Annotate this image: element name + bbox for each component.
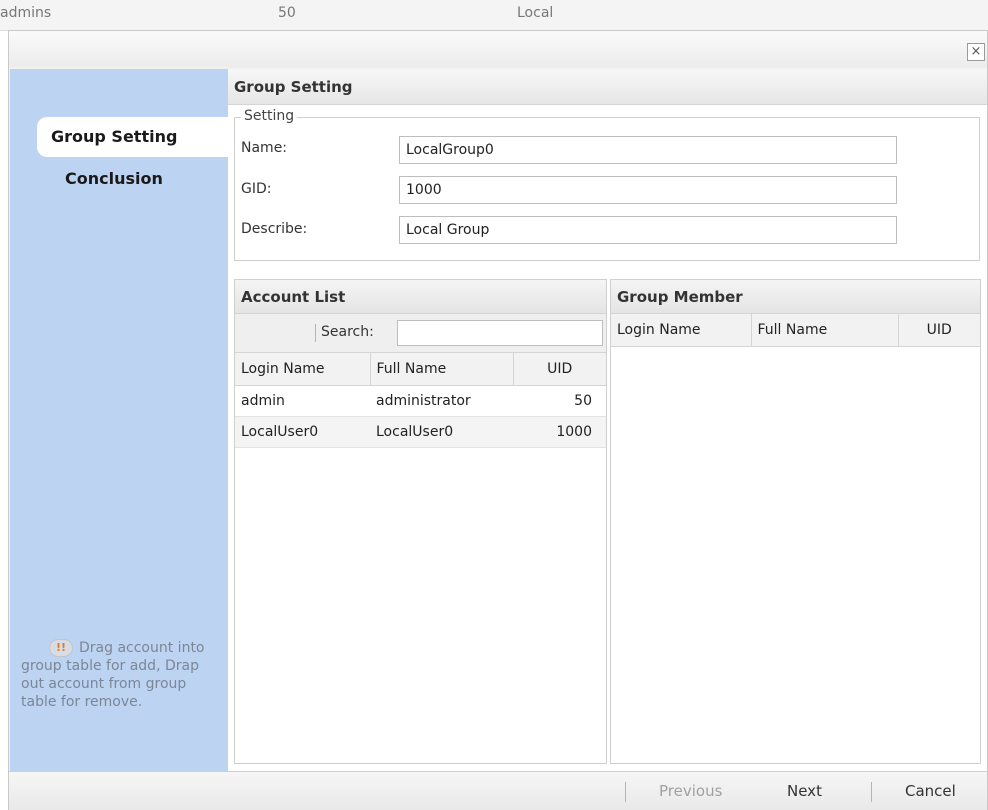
wizard-sidebar: Group Setting Conclusion !! Drag account … xyxy=(10,69,229,771)
footer-separator xyxy=(625,782,626,802)
sidebar-item-label: Group Setting xyxy=(51,127,178,146)
describe-field[interactable] xyxy=(399,216,897,244)
wizard-footer: Previous Next Cancel xyxy=(9,771,987,810)
account-list-panel: Account List Search: Login Name Full Nam… xyxy=(234,279,607,764)
column-header-login-name[interactable]: Login Name xyxy=(235,353,370,386)
cell-full-name: administrator xyxy=(370,385,513,417)
next-button[interactable]: Next xyxy=(787,782,822,800)
toolbar-separator xyxy=(315,324,316,342)
background-table-row: admins 50 Local xyxy=(0,0,988,31)
search-bar: Search: xyxy=(235,314,606,353)
column-header-login-name[interactable]: Login Name xyxy=(611,314,751,347)
name-label: Name: xyxy=(241,140,288,156)
column-header-uid[interactable]: UID xyxy=(897,314,980,347)
bg-group-id: 50 xyxy=(278,5,296,21)
bg-group-type: Local xyxy=(517,5,554,21)
cell-full-name: LocalUser0 xyxy=(370,416,513,448)
sidebar-item-group-setting[interactable]: Group Setting xyxy=(37,117,229,157)
group-member-title: Group Member xyxy=(611,280,980,314)
sidebar-item-label: Conclusion xyxy=(65,169,163,188)
column-header-uid[interactable]: UID xyxy=(512,353,606,386)
account-list-title: Account List xyxy=(235,280,606,314)
drag-hint: !! Drag account into group table for add,… xyxy=(21,639,226,711)
search-input[interactable] xyxy=(397,320,603,346)
cell-login-name: LocalUser0 xyxy=(235,416,370,448)
account-table: Login Name Full Name UID admin administr… xyxy=(235,353,606,448)
describe-label: Describe: xyxy=(241,221,308,237)
footer-separator xyxy=(871,782,872,802)
dialog-title-bar: × xyxy=(9,31,987,67)
cell-login-name: admin xyxy=(235,385,370,417)
column-header-full-name[interactable]: Full Name xyxy=(750,314,898,347)
page-title: Group Setting xyxy=(228,69,987,105)
group-member-panel: Group Member Login Name Full Name UID xyxy=(610,279,981,764)
close-icon[interactable]: × xyxy=(967,43,985,61)
gid-field[interactable] xyxy=(399,176,897,204)
main-content: Group Setting Setting Name: GID: Describ… xyxy=(228,69,987,771)
table-row[interactable]: admin administrator 50 xyxy=(235,385,606,417)
setting-legend: Setting xyxy=(241,108,298,124)
group-wizard-dialog: × Group Setting Conclusion !! Drag accoun… xyxy=(8,30,988,810)
group-member-table: Login Name Full Name UID xyxy=(611,314,980,347)
name-field[interactable] xyxy=(399,136,897,164)
cell-uid: 1000 xyxy=(513,416,606,448)
gid-label: GID: xyxy=(241,181,272,197)
search-label: Search: xyxy=(321,324,374,340)
sidebar-item-conclusion[interactable]: Conclusion xyxy=(37,159,229,199)
previous-button[interactable]: Previous xyxy=(659,782,722,800)
cancel-button[interactable]: Cancel xyxy=(905,782,956,800)
table-row[interactable]: LocalUser0 LocalUser0 1000 xyxy=(235,416,606,448)
info-icon: !! xyxy=(49,639,73,657)
bg-group-name: admins xyxy=(0,5,52,21)
setting-fieldset: Setting Name: GID: Describe: xyxy=(234,108,980,261)
column-header-full-name[interactable]: Full Name xyxy=(369,353,513,386)
cell-uid: 50 xyxy=(513,385,606,417)
